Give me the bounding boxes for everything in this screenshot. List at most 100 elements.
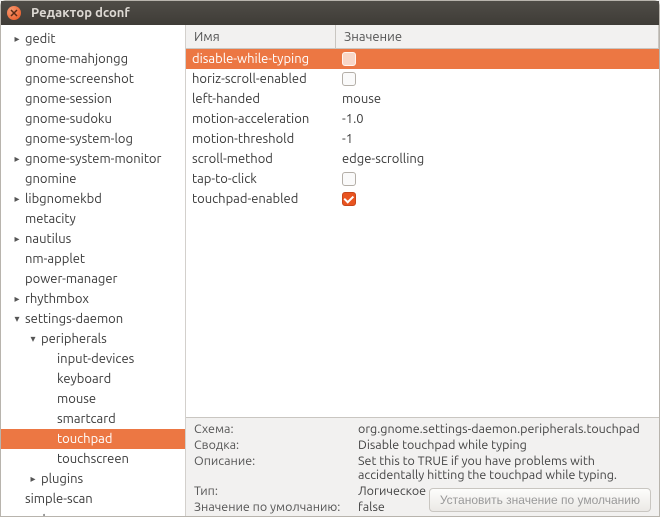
tree-item-gnome-screenshot[interactable]: gnome-screenshot [1,69,185,89]
setting-row-scroll-method[interactable]: scroll-methodedge-scrolling [186,149,659,169]
tree-item-simple-scan[interactable]: simple-scan [1,489,185,509]
close-icon[interactable] [7,6,21,20]
tree-item-label: gnome-system-log [23,132,133,146]
setting-value[interactable] [336,172,659,186]
tree-item-libgnomekbd[interactable]: ▸libgnomekbd [1,189,185,209]
tree-item-label: nm-applet [23,252,85,266]
collapsed-icon[interactable]: ▸ [27,473,39,485]
tree-item-gnomine[interactable]: gnomine [1,169,185,189]
nav-tree[interactable]: ▸geditgnome-mahjongggnome-screenshotgnom… [1,25,186,516]
tree-item-label: gedit [23,32,56,46]
setting-row-disable-while-typing[interactable]: disable-while-typing [186,49,659,69]
setting-value[interactable]: -1.0 [336,112,659,126]
tree-item-nautilus[interactable]: ▸nautilus [1,229,185,249]
tree-item-label: gnomine [23,172,76,186]
collapsed-icon[interactable]: ▸ [11,33,23,45]
description-value: Set this to TRUE if you have problems wi… [358,454,651,482]
setting-row-touchpad-enabled[interactable]: touchpad-enabled [186,189,659,209]
tree-item-touchscreen[interactable]: touchscreen [1,449,185,469]
tree-item-metacity[interactable]: metacity [1,209,185,229]
tree-item-gnome-mahjongg[interactable]: gnome-mahjongg [1,49,185,69]
tree-item-smartcard[interactable]: smartcard [1,409,185,429]
tree-item-gnome-system-log[interactable]: gnome-system-log [1,129,185,149]
tree-item-gnome-session[interactable]: gnome-session [1,89,185,109]
tree-item-gedit[interactable]: ▸gedit [1,29,185,49]
tree-item-label: gnome-mahjongg [23,52,128,66]
collapsed-icon[interactable]: ▸ [11,193,23,205]
setting-name: tap-to-click [186,172,336,186]
setting-row-horiz-scroll-enabled[interactable]: horiz-scroll-enabled [186,69,659,89]
settings-list[interactable]: disable-while-typing horiz-scroll-enabled… [186,49,659,417]
setting-row-motion-acceleration[interactable]: motion-acceleration-1.0 [186,109,659,129]
tree-item-label: touchscreen [55,452,129,466]
tree-item-power-manager[interactable]: power-manager [1,269,185,289]
window-title: Редактор dconf [31,6,130,20]
tree-item-label: keyboard [55,372,111,386]
summary-value: Disable touchpad while typing [358,438,651,452]
tree-item-label: metacity [23,212,76,226]
tree-item-mouse[interactable]: mouse [1,389,185,409]
expanded-icon[interactable]: ▾ [27,333,39,345]
setting-row-left-handed[interactable]: left-handedmouse [186,89,659,109]
default-label: Значение по умолчанию: [194,500,354,514]
tree-item-touchpad[interactable]: touchpad [1,429,185,449]
tree-item-label: settings-daemon [23,312,123,326]
col-header-name[interactable]: Имя [186,25,336,48]
tree-item-label: peripherals [39,332,107,346]
setting-row-motion-threshold[interactable]: motion-threshold-1 [186,129,659,149]
setting-name: touchpad-enabled [186,192,336,206]
summary-label: Сводка: [194,438,354,452]
setting-name: disable-while-typing [186,52,336,66]
reset-button[interactable]: Установить значение по умолчанию [429,488,651,512]
collapsed-icon[interactable]: ▸ [11,153,23,165]
setting-value[interactable] [336,72,659,86]
details-panel: Схема: org.gnome.settings-daemon.periphe… [186,417,659,516]
collapsed-icon[interactable]: ▸ [11,513,23,516]
setting-value[interactable] [336,52,659,66]
tree-item-plugins[interactable]: ▸plugins [1,469,185,489]
setting-value[interactable] [336,192,659,206]
checkbox-icon[interactable] [342,52,356,66]
tree-item-label: touchpad [55,432,112,446]
tree-item-gnome-sudoku[interactable]: gnome-sudoku [1,109,185,129]
setting-value[interactable]: -1 [336,132,659,146]
setting-name: scroll-method [186,152,336,166]
schema-label: Схема: [194,422,354,436]
tree-item-label: plugins [39,472,83,486]
tree-item-label: rhythmbox [23,292,89,306]
tree-item-label: gnome-screenshot [23,72,134,86]
setting-value[interactable]: edge-scrolling [336,152,659,166]
tree-item-gnome-system-monitor[interactable]: ▸gnome-system-monitor [1,149,185,169]
tree-item-settings-daemon[interactable]: ▾settings-daemon [1,309,185,329]
tree-item-label: system [23,512,66,516]
collapsed-icon[interactable]: ▸ [11,233,23,245]
checkbox-icon[interactable] [342,192,356,206]
tree-item-label: gnome-system-monitor [23,152,161,166]
setting-name: left-handed [186,92,336,106]
checkbox-icon[interactable] [342,72,356,86]
tree-item-label: smartcard [55,412,116,426]
tree-item-label: gnome-sudoku [23,112,112,126]
tree-item-label: power-manager [23,272,117,286]
setting-name: motion-acceleration [186,112,336,126]
tree-item-rhythmbox[interactable]: ▸rhythmbox [1,289,185,309]
setting-value[interactable]: mouse [336,92,659,106]
tree-item-keyboard[interactable]: keyboard [1,369,185,389]
checkbox-icon[interactable] [342,172,356,186]
setting-name: horiz-scroll-enabled [186,72,336,86]
setting-row-tap-to-click[interactable]: tap-to-click [186,169,659,189]
tree-item-system[interactable]: ▸system [1,509,185,516]
col-header-value[interactable]: Значение [336,25,659,48]
tree-item-nm-applet[interactable]: nm-applet [1,249,185,269]
collapsed-icon[interactable]: ▸ [11,293,23,305]
tree-item-label: nautilus [23,232,71,246]
tree-item-peripherals[interactable]: ▾peripherals [1,329,185,349]
column-headers: Имя Значение [186,25,659,49]
description-label: Описание: [194,454,354,482]
schema-value: org.gnome.settings-daemon.peripherals.to… [358,422,651,436]
expanded-icon[interactable]: ▾ [11,313,23,325]
type-label: Тип: [194,484,354,498]
setting-name: motion-threshold [186,132,336,146]
tree-item-input-devices[interactable]: input-devices [1,349,185,369]
tree-item-label: libgnomekbd [23,192,102,206]
